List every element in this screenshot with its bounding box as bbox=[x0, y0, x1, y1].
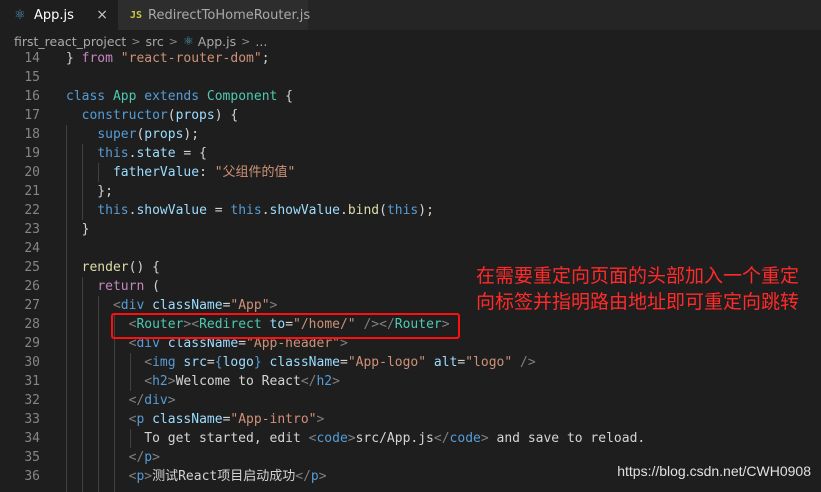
line-number: 35 bbox=[24, 450, 40, 465]
line-code: render() { bbox=[81, 260, 160, 275]
code-line[interactable]: 33 <p className="App-intro"> bbox=[0, 410, 821, 429]
line-number: 25 bbox=[24, 260, 40, 275]
line-number: 34 bbox=[24, 431, 40, 446]
line-code: constructor(props) { bbox=[81, 108, 239, 123]
code-line[interactable]: 30 <img src={logo} className="App-logo" … bbox=[0, 353, 821, 372]
line-code: return ( bbox=[97, 279, 160, 294]
chevron-right-icon: > bbox=[168, 34, 178, 48]
line-number: 23 bbox=[24, 222, 40, 237]
close-icon[interactable]: × bbox=[96, 7, 108, 23]
line-code: this.state = { bbox=[97, 146, 207, 161]
line-code: } from "react-router-dom"; bbox=[66, 52, 270, 66]
tab-redirect-to-home-router[interactable]: JS RedirectToHomeRouter.js bbox=[118, 0, 311, 30]
tab-app-js[interactable]: ⚛ App.js × bbox=[0, 0, 118, 30]
code-line[interactable]: 21 }; bbox=[0, 182, 821, 201]
code-line[interactable]: 17 constructor(props) { bbox=[0, 106, 821, 125]
breadcrumb-item-file[interactable]: App.js bbox=[198, 34, 236, 49]
react-icon: ⚛ bbox=[183, 34, 194, 48]
line-number: 36 bbox=[24, 469, 40, 484]
line-code: To get started, edit <code>src/App.js</c… bbox=[66, 431, 646, 446]
code-line[interactable]: 22 this.showValue = this.showValue.bind(… bbox=[0, 201, 821, 220]
line-number: 14 bbox=[24, 52, 40, 66]
line-code: <p className="App-intro"> bbox=[128, 412, 325, 427]
breadcrumb-item-project[interactable]: first_react_project bbox=[14, 34, 126, 49]
line-number: 19 bbox=[24, 146, 40, 161]
line-code: fatherValue: "父组件的值" bbox=[112, 165, 296, 180]
line-number: 27 bbox=[24, 298, 40, 313]
code-line[interactable]: 34 To get started, edit <code>src/App.js… bbox=[0, 429, 821, 448]
breadcrumb-item-symbol[interactable]: ... bbox=[255, 34, 267, 49]
line-number: 28 bbox=[24, 317, 40, 332]
line-code: }; bbox=[66, 184, 113, 199]
line-code: </div> bbox=[128, 393, 176, 408]
line-number: 24 bbox=[24, 241, 40, 256]
react-icon: ⚛ bbox=[14, 7, 26, 23]
code-line[interactable]: 14 } from "react-router-dom"; bbox=[0, 52, 821, 68]
line-code: class App extends Component { bbox=[66, 89, 294, 104]
annotation-text: 在需要重定向页面的头部加入一个重定向标签并指明路由地址即可重定向跳转 bbox=[476, 265, 800, 313]
chevron-right-icon: > bbox=[131, 34, 141, 48]
tab-bar: ⚛ App.js × JS RedirectToHomeRouter.js bbox=[0, 0, 821, 30]
line-code: </p> bbox=[128, 450, 160, 465]
line-number: 18 bbox=[24, 127, 40, 142]
line-number: 32 bbox=[24, 393, 40, 408]
line-number: 21 bbox=[24, 184, 40, 199]
highlight-box bbox=[111, 313, 460, 339]
code-line[interactable]: 31 <h2>Welcome to React</h2> bbox=[0, 372, 821, 391]
js-icon: JS bbox=[130, 9, 143, 21]
line-number: 29 bbox=[24, 336, 40, 351]
code-line[interactable]: 18 super(props); bbox=[0, 125, 821, 144]
code-line[interactable]: 19 this.state = { bbox=[0, 144, 821, 163]
line-code: super(props); bbox=[97, 127, 200, 142]
line-number: 17 bbox=[24, 108, 40, 123]
line-number: 26 bbox=[24, 279, 40, 294]
breadcrumb-item-src[interactable]: src bbox=[146, 34, 164, 49]
line-number: 16 bbox=[24, 89, 40, 104]
code-line[interactable]: 16 class App extends Component { bbox=[0, 87, 821, 106]
code-line[interactable]: 23 } bbox=[0, 220, 821, 239]
line-number: 20 bbox=[24, 165, 40, 180]
code-line[interactable]: 32 </div> bbox=[0, 391, 821, 410]
line-number: 15 bbox=[24, 70, 40, 85]
line-code: this.showValue = this.showValue.bind(thi… bbox=[97, 203, 434, 218]
code-line[interactable]: 20 fatherValue: "父组件的值" bbox=[0, 163, 821, 182]
breadcrumb: first_react_project > src > ⚛ App.js > .… bbox=[0, 30, 821, 52]
line-code: <img src={logo} className="App-logo" alt… bbox=[144, 355, 536, 370]
line-number: 33 bbox=[24, 412, 40, 427]
line-number: 31 bbox=[24, 374, 40, 389]
chevron-right-icon: > bbox=[241, 34, 251, 48]
line-code: <p>测试React项目启动成功</p> bbox=[128, 469, 327, 484]
line-code: } bbox=[66, 222, 90, 237]
code-line[interactable]: 15 bbox=[0, 68, 821, 87]
tab-label: App.js bbox=[34, 7, 74, 23]
line-number: 22 bbox=[24, 203, 40, 218]
line-number: 30 bbox=[24, 355, 40, 370]
tab-label: RedirectToHomeRouter.js bbox=[148, 7, 311, 23]
line-code: <h2>Welcome to React</h2> bbox=[144, 374, 340, 389]
code-line[interactable]: 24 bbox=[0, 239, 821, 258]
watermark: https://blog.csdn.net/CWH0908 bbox=[617, 463, 811, 479]
